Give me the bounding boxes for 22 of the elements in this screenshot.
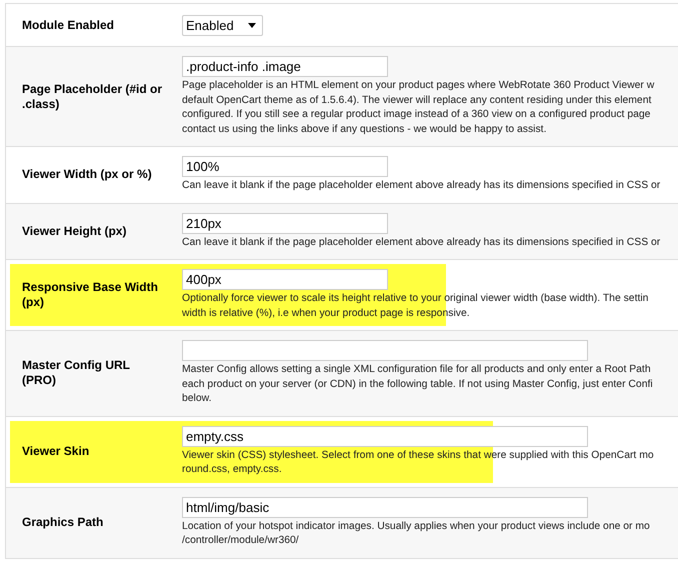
field-label: Viewer Width (px or %): [21, 167, 153, 182]
field-label: Responsive Base Width (px): [21, 280, 159, 310]
help-text: Can leave it blank if the page placeholder element above already has its dimensions specified in CSS or: [182, 179, 662, 193]
field-label: Graphics Path: [21, 515, 104, 530]
help-text: Page placeholder is an HTML element on your product pages where WebRotate 360 Product Viewer w default OpenCart theme as of 1.5.6.4). The viewer will replace any content residing under this element configured. If you still see a regular product image instead of a 360 view on a configured product page contact us using the links above if any questions - we would be happy to assist.: [182, 79, 656, 136]
text-field[interactable]: .product-info .image: [182, 56, 388, 77]
text-field[interactable]: 400px: [182, 269, 388, 290]
field-label: Module Enabled: [21, 18, 116, 32]
dropdown[interactable]: Enabled: [182, 14, 263, 36]
field-label: Master Config URL (PRO): [21, 358, 131, 388]
field-label: Viewer Skin: [21, 444, 90, 459]
help-text: Master Config allows setting a single XML configuration file for all products and only enter a Root Path each product on your server (or CDN) in the following table. If not using Master Config, just enter Confi below.: [182, 363, 654, 406]
text-field[interactable]: 100%: [182, 156, 388, 177]
field-label: Page Placeholder (#id or .class): [21, 82, 164, 112]
text-field[interactable]: 210px: [182, 212, 388, 234]
caret-icon: [248, 22, 256, 28]
text-field[interactable]: [182, 340, 588, 361]
help-text: Location of your hotspot indicator images. Usually applies when your product views include one or mo /controller/module/wr360/: [182, 520, 651, 548]
field-label: Viewer Height (px): [21, 224, 128, 239]
help-text: Can leave it blank if the page placeholder element above already has its dimensions specified in CSS or: [182, 236, 662, 250]
text-field[interactable]: empty.css: [182, 426, 588, 446]
text-field[interactable]: html/img/basic: [182, 496, 588, 518]
